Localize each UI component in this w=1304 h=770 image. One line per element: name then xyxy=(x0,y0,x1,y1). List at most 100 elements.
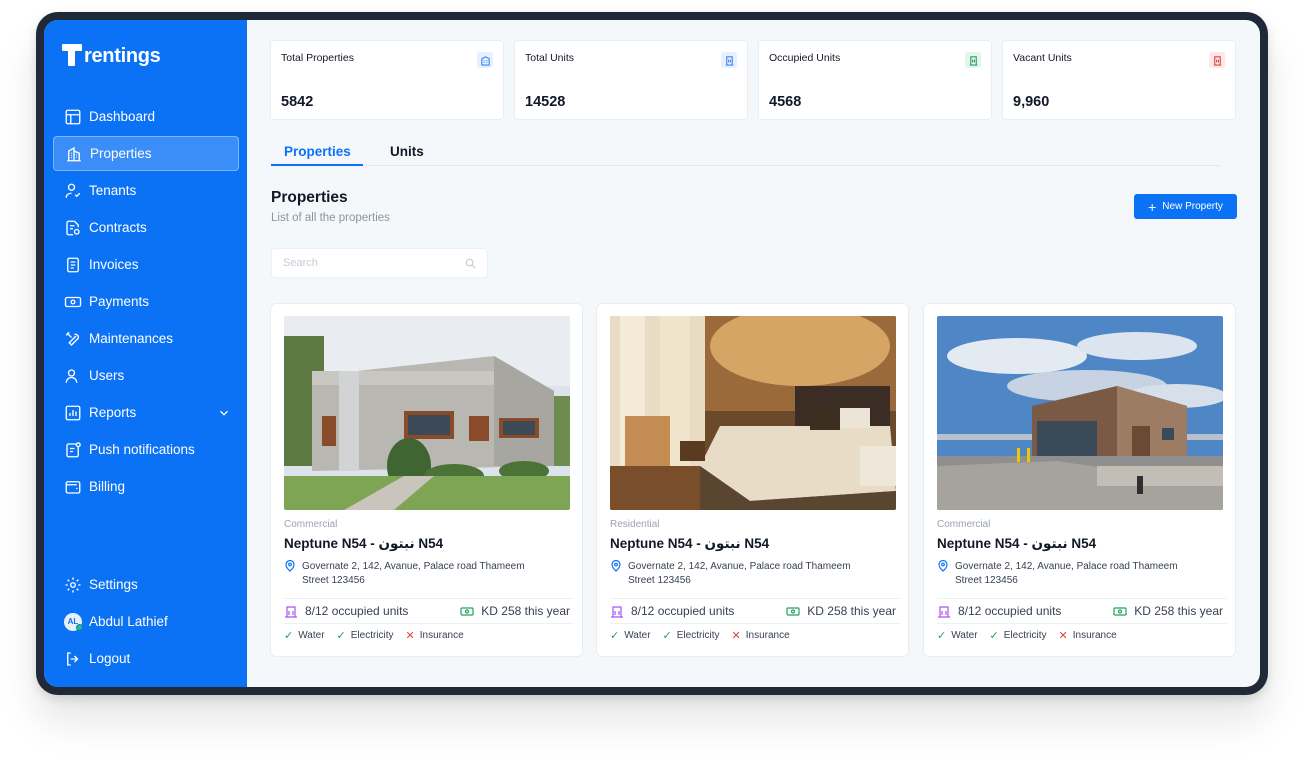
utility-label: Electricity xyxy=(1003,630,1047,641)
tab-properties[interactable]: Properties xyxy=(284,144,351,159)
sidebar-bottom: Settings AL Abdul Lathief Logout xyxy=(53,567,239,678)
property-title[interactable]: Neptune N54 - نبتون N54 xyxy=(937,536,1096,552)
check-icon: ✓ xyxy=(336,630,346,642)
utility-water: ✓ Water xyxy=(610,629,651,642)
new-property-label: New Property xyxy=(1162,201,1223,212)
search-input[interactable] xyxy=(272,249,452,277)
stat-label: Total Properties xyxy=(281,52,354,64)
sidebar-item-label: Billing xyxy=(89,479,126,494)
sidebar-item-payments[interactable]: Payments xyxy=(53,284,239,319)
app-window: rentings Dashboard Properties Tenants Co… xyxy=(44,20,1260,687)
utility-label: Electricity xyxy=(350,630,394,641)
sidebar-item-label: Push notifications xyxy=(89,442,195,457)
invoice-icon xyxy=(67,257,79,272)
sidebar-item-properties[interactable]: Properties xyxy=(53,136,239,171)
sidebar-item-users[interactable]: Users xyxy=(53,358,239,393)
utility-label: Water xyxy=(298,630,325,641)
stat-value: 4568 xyxy=(769,94,802,110)
page-title: Properties xyxy=(271,189,348,206)
stat-total-properties: Total Properties 5842 xyxy=(270,40,504,120)
stat-label: Total Units xyxy=(525,52,575,64)
door-icon xyxy=(965,52,981,68)
location-pin-icon xyxy=(938,560,948,572)
utility-label: Insurance xyxy=(745,630,790,641)
utility-insurance: ✕ Insurance xyxy=(732,629,790,642)
check-icon: ✓ xyxy=(937,630,947,642)
search-icon[interactable] xyxy=(465,258,476,269)
utility-electricity: ✓ Electricity xyxy=(337,629,394,642)
sidebar-item-label: Maintenances xyxy=(89,331,174,346)
sidebar-item-billing[interactable]: Billing xyxy=(53,469,239,504)
property-stats-row: 8/12 occupied units KD 258 this year xyxy=(937,598,1227,620)
brand-name: rentings xyxy=(84,45,161,67)
check-icon: ✓ xyxy=(662,630,672,642)
property-title[interactable]: Neptune N54 - نبتون N54 xyxy=(610,536,769,552)
stat-label: Occupied Units xyxy=(769,52,841,64)
utility-water: ✓ Water xyxy=(937,629,978,642)
payment-icon xyxy=(64,296,82,307)
notification-icon xyxy=(66,441,81,457)
building-icon xyxy=(477,52,493,68)
door-icon xyxy=(285,605,297,618)
tab-units[interactable]: Units xyxy=(390,144,424,159)
property-card[interactable]: Commercial Neptune N54 - نبتون N54 Gover… xyxy=(270,303,583,657)
occupied-units: 8/12 occupied units xyxy=(937,604,1061,618)
sidebar-item-dashboard[interactable]: Dashboard xyxy=(53,99,239,134)
device-frame: rentings Dashboard Properties Tenants Co… xyxy=(36,12,1268,695)
sidebar-item-logout[interactable]: Logout xyxy=(53,641,239,676)
active-tab-indicator xyxy=(271,164,363,166)
utility-insurance: ✕ Insurance xyxy=(1059,629,1117,642)
property-card[interactable]: Residential Neptune N54 - نبتون N54 Gove… xyxy=(596,303,909,657)
logout-icon xyxy=(67,651,79,666)
sidebar-item-label: Properties xyxy=(90,146,152,161)
door-icon xyxy=(721,52,737,68)
utility-label: Insurance xyxy=(1072,630,1117,641)
sidebar-item-label: Tenants xyxy=(89,183,137,198)
main-content: Total Properties 5842 Total Units 14528 … xyxy=(247,20,1260,687)
sidebar-item-tenants[interactable]: Tenants xyxy=(53,173,239,208)
door-icon xyxy=(938,605,950,618)
chevron-down-icon[interactable] xyxy=(217,406,231,420)
wallet-icon xyxy=(65,480,81,494)
new-property-button[interactable]: + New Property xyxy=(1134,194,1237,219)
location-pin-icon xyxy=(611,560,621,572)
sidebar-item-reports[interactable]: Reports xyxy=(53,395,239,430)
sidebar-item-settings[interactable]: Settings xyxy=(53,567,239,602)
sidebar-item-label: Users xyxy=(89,368,125,383)
plus-icon: + xyxy=(1148,198,1157,215)
stat-value: 9,960 xyxy=(1013,94,1050,110)
yearly-rent-label: KD 258 this year xyxy=(807,604,896,618)
users-icon xyxy=(65,368,78,383)
stat-vacant-units: Vacant Units 9,960 xyxy=(1002,40,1236,120)
yearly-rent-label: KD 258 this year xyxy=(481,604,570,618)
stat-total-units: Total Units 14528 xyxy=(514,40,748,120)
property-photo xyxy=(284,316,570,510)
location-pin-icon xyxy=(285,560,295,572)
chart-icon xyxy=(65,405,81,420)
occupied-units: 8/12 occupied units xyxy=(610,604,734,618)
gear-icon xyxy=(65,577,81,592)
yearly-rent-label: KD 258 this year xyxy=(1134,604,1223,618)
occupied-units: 8/12 occupied units xyxy=(284,604,408,618)
building-icon xyxy=(67,146,81,161)
sidebar-item-push-notifications[interactable]: Push notifications xyxy=(53,432,239,467)
door-icon xyxy=(611,605,623,618)
property-card[interactable]: Commercial Neptune N54 - نبتون N54 Gover… xyxy=(923,303,1236,657)
utility-water: ✓ Water xyxy=(284,629,325,642)
stat-value: 5842 xyxy=(281,94,314,110)
money-icon xyxy=(786,606,800,616)
sidebar-item-maintenances[interactable]: Maintenances xyxy=(53,321,239,356)
search-box xyxy=(271,248,488,278)
user-profile[interactable]: AL Abdul Lathief xyxy=(53,604,239,639)
property-title[interactable]: Neptune N54 - نبتون N54 xyxy=(284,536,443,552)
sidebar-item-invoices[interactable]: Invoices xyxy=(53,247,239,282)
sidebar-item-label: Dashboard xyxy=(89,109,156,124)
tab-bar: Properties Units xyxy=(271,140,1221,166)
property-stats-row: 8/12 occupied units KD 258 this year xyxy=(284,598,574,620)
stat-value: 14528 xyxy=(525,94,566,110)
sidebar-item-contracts[interactable]: Contracts xyxy=(53,210,239,245)
sidebar-item-label: Invoices xyxy=(89,257,139,272)
brand-logo[interactable]: rentings xyxy=(62,42,161,68)
yearly-rent: KD 258 this year xyxy=(786,604,896,618)
user-name: Abdul Lathief xyxy=(89,614,168,629)
